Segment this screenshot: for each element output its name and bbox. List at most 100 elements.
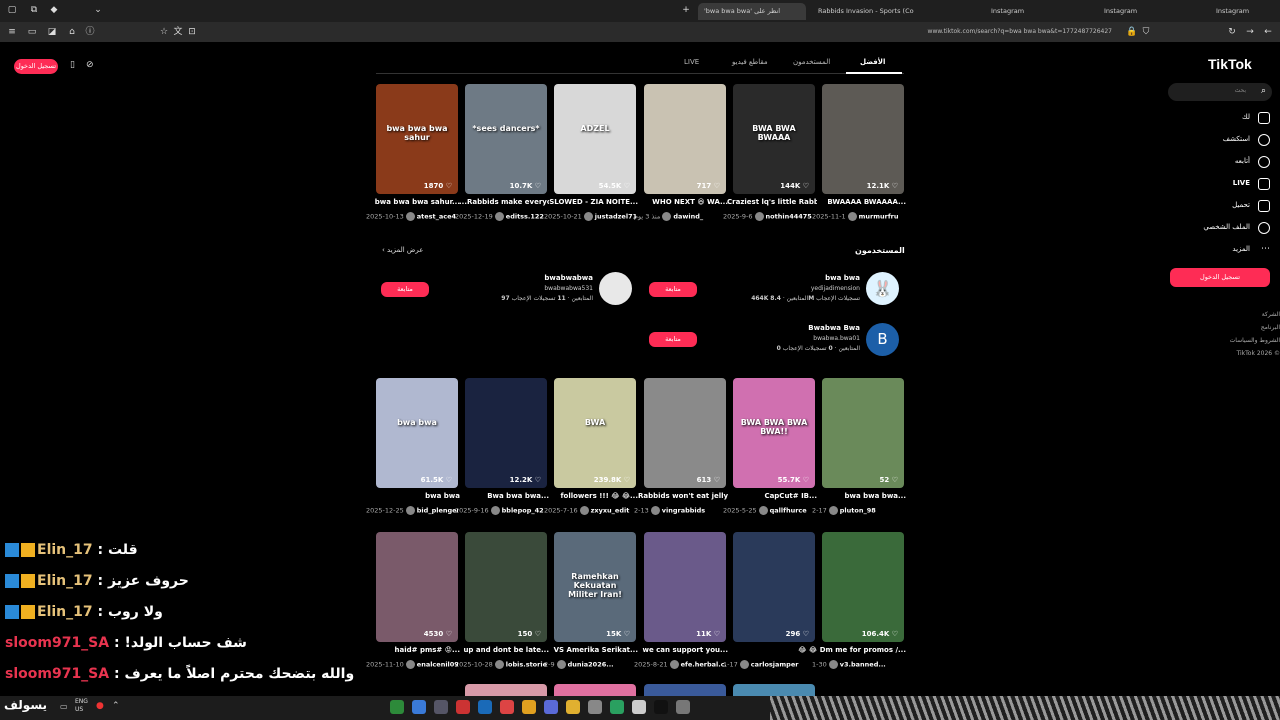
address-bar[interactable]: www.tiktok.com/search?q=bwa bwa bwa&t=17… [852, 26, 1112, 38]
author-avatar[interactable] [650, 506, 660, 515]
footer-link-program[interactable]: البرنامج [1180, 321, 1280, 334]
tab-instagram-3[interactable]: Instagram [1210, 3, 1265, 20]
app-icon[interactable]: ◆ [48, 4, 60, 16]
video-thumbnail[interactable]: 150 ♡ [465, 532, 547, 642]
author-name[interactable]: v3.banned... [840, 661, 886, 669]
video-thumbnail[interactable]: BWA BWA BWAAA 144K ♡ [733, 84, 815, 194]
video-thumbnail[interactable]: *sees dancers* 10.7K ♡ [465, 84, 547, 194]
avatar[interactable] [599, 272, 632, 305]
window-icon[interactable]: ▢ [6, 4, 18, 16]
screenshot-icon[interactable]: ⊡ [186, 26, 198, 38]
app-icon[interactable] [676, 700, 690, 714]
video-title[interactable]: 😂 😂 [727, 646, 817, 654]
video-title[interactable]: followers !!! 😂 😂... [548, 492, 638, 500]
compass-icon[interactable]: ⊘ [86, 60, 94, 70]
tab-instagram-2[interactable]: Instagram [1098, 3, 1153, 20]
author-name[interactable]: bid_plenger... [417, 507, 458, 515]
language-indicator[interactable]: ENG US [75, 698, 88, 714]
tab-rabbids[interactable]: Rabbids Invasion - Sports (Co [812, 3, 922, 20]
author-avatar[interactable] [494, 660, 504, 669]
video-title[interactable]: SLOWED - ZIA NOITE... [548, 198, 638, 206]
video-title[interactable]: BWAAAA BWAAAA... [816, 198, 906, 206]
author-name[interactable]: dawind_ [673, 213, 703, 221]
refresh-icon[interactable]: ↻ [1226, 26, 1238, 38]
video-thumbnail-partial[interactable] [644, 684, 726, 696]
footer-link-company[interactable]: الشركة [1180, 308, 1280, 321]
video-title[interactable]: bwa bwa bwa sahur... [370, 198, 460, 206]
author-name[interactable]: qallfhurce [770, 507, 807, 515]
footer-link-terms[interactable]: الشروط والسياسات [1180, 334, 1280, 347]
author-avatar[interactable] [490, 506, 500, 515]
video-title[interactable]: Bwa bwa bwa... [459, 492, 549, 500]
sidebar-icon[interactable]: ▭ [26, 26, 38, 38]
extension-icon[interactable]: ◪ [46, 26, 58, 38]
home-icon[interactable]: ⌂ [66, 26, 78, 38]
author-name[interactable]: enalcenil09... [417, 661, 458, 669]
video-thumbnail[interactable]: 613 ♡ [644, 378, 726, 488]
author-name[interactable]: carlosjamper [751, 661, 799, 669]
video-title[interactable]: up and dont be late... [459, 646, 549, 654]
author-name[interactable]: dunia2026... [568, 661, 614, 669]
follow-button[interactable]: متابعة [649, 282, 697, 297]
author-avatar[interactable] [828, 506, 838, 515]
tab-live[interactable]: LIVE [684, 58, 699, 66]
author-name[interactable]: editss.122 [506, 213, 544, 221]
sidebar-item-upload[interactable]: تحميل [1180, 200, 1270, 214]
author-name[interactable]: atest_ace4 [417, 213, 456, 221]
user-name[interactable]: bwa bwa [825, 274, 860, 282]
discord-icon[interactable] [544, 700, 558, 714]
folder-icon[interactable] [566, 700, 580, 714]
author-avatar[interactable] [556, 660, 566, 669]
search-box[interactable]: بحث ⌕ [1168, 83, 1272, 101]
new-tab-icon[interactable]: + [680, 4, 692, 16]
video-title[interactable]: Craziest lq's little Rabbids [727, 198, 817, 206]
sidebar-item-live[interactable]: LIVE [1180, 178, 1270, 192]
tab-actions-icon[interactable]: ⧉ [28, 4, 40, 16]
follow-button[interactable]: متابعة [649, 332, 697, 347]
video-thumbnail[interactable]: 296 ♡ [733, 532, 815, 642]
steam-icon[interactable] [478, 700, 492, 714]
author-avatar[interactable] [662, 212, 672, 221]
feather-icon[interactable] [522, 700, 536, 714]
video-title[interactable]: we can support you... [638, 646, 729, 654]
video-title[interactable]: WHO NEXT 😆 WA... [638, 198, 728, 206]
video-thumbnail-partial[interactable] [733, 684, 815, 696]
video-title[interactable]: bwa bwa [370, 492, 460, 500]
tab-users[interactable]: المستخدمون [793, 58, 830, 66]
author-name[interactable]: justadzel71 [595, 213, 636, 221]
author-name[interactable]: efe.herbal.c... [681, 661, 726, 669]
notes-icon[interactable] [632, 700, 646, 714]
overlay-login-button[interactable]: تسجيل الدخول [14, 59, 58, 74]
video-thumbnail[interactable]: 717 ♡ [644, 84, 726, 194]
follow-button[interactable]: متابعة [381, 282, 429, 297]
author-name[interactable]: murmurfru [859, 213, 899, 221]
avatar[interactable]: 🐰 [866, 272, 899, 305]
video-thumbnail[interactable]: 52 ♡ [822, 378, 904, 488]
xbox-icon[interactable] [390, 700, 404, 714]
tab-videos[interactable]: مقاطع فيديو [732, 58, 768, 66]
tiktok-logo[interactable]: TikTok [1208, 56, 1252, 72]
video-thumbnail[interactable]: 12.2K ♡ [465, 378, 547, 488]
author-avatar[interactable] [739, 660, 749, 669]
video-thumbnail[interactable]: Ramehkan Kekuatan Militer Iran! 15K ♡ [554, 532, 636, 642]
shield-icon[interactable]: ⛉ [1140, 26, 1152, 38]
phone-icon[interactable]: ▯ [70, 60, 75, 70]
author-name[interactable]: lobis.stories [506, 661, 547, 669]
video-thumbnail[interactable]: 12.1K ♡ [822, 84, 904, 194]
bookmark-icon[interactable]: ☆ [158, 26, 170, 38]
sidebar-item-foryou[interactable]: لك [1180, 112, 1270, 126]
author-avatar[interactable] [828, 660, 838, 669]
author-avatar[interactable] [579, 506, 589, 515]
edge-icon[interactable] [412, 700, 426, 714]
author-avatar[interactable] [405, 212, 415, 221]
author-name[interactable]: bblepop_42 [502, 507, 544, 515]
author-avatar[interactable] [494, 212, 504, 221]
video-title[interactable]: VS Amerika Serikat... [548, 646, 638, 654]
author-avatar[interactable] [669, 660, 679, 669]
back-icon[interactable]: ← [1262, 26, 1274, 38]
translate-icon[interactable]: 文 [172, 26, 184, 38]
lock-icon[interactable]: 🔒 [1126, 26, 1138, 38]
author-avatar[interactable] [405, 506, 415, 515]
video-thumbnail[interactable]: BWA 239.8K ♡ [554, 378, 636, 488]
tool-icon[interactable] [588, 700, 602, 714]
